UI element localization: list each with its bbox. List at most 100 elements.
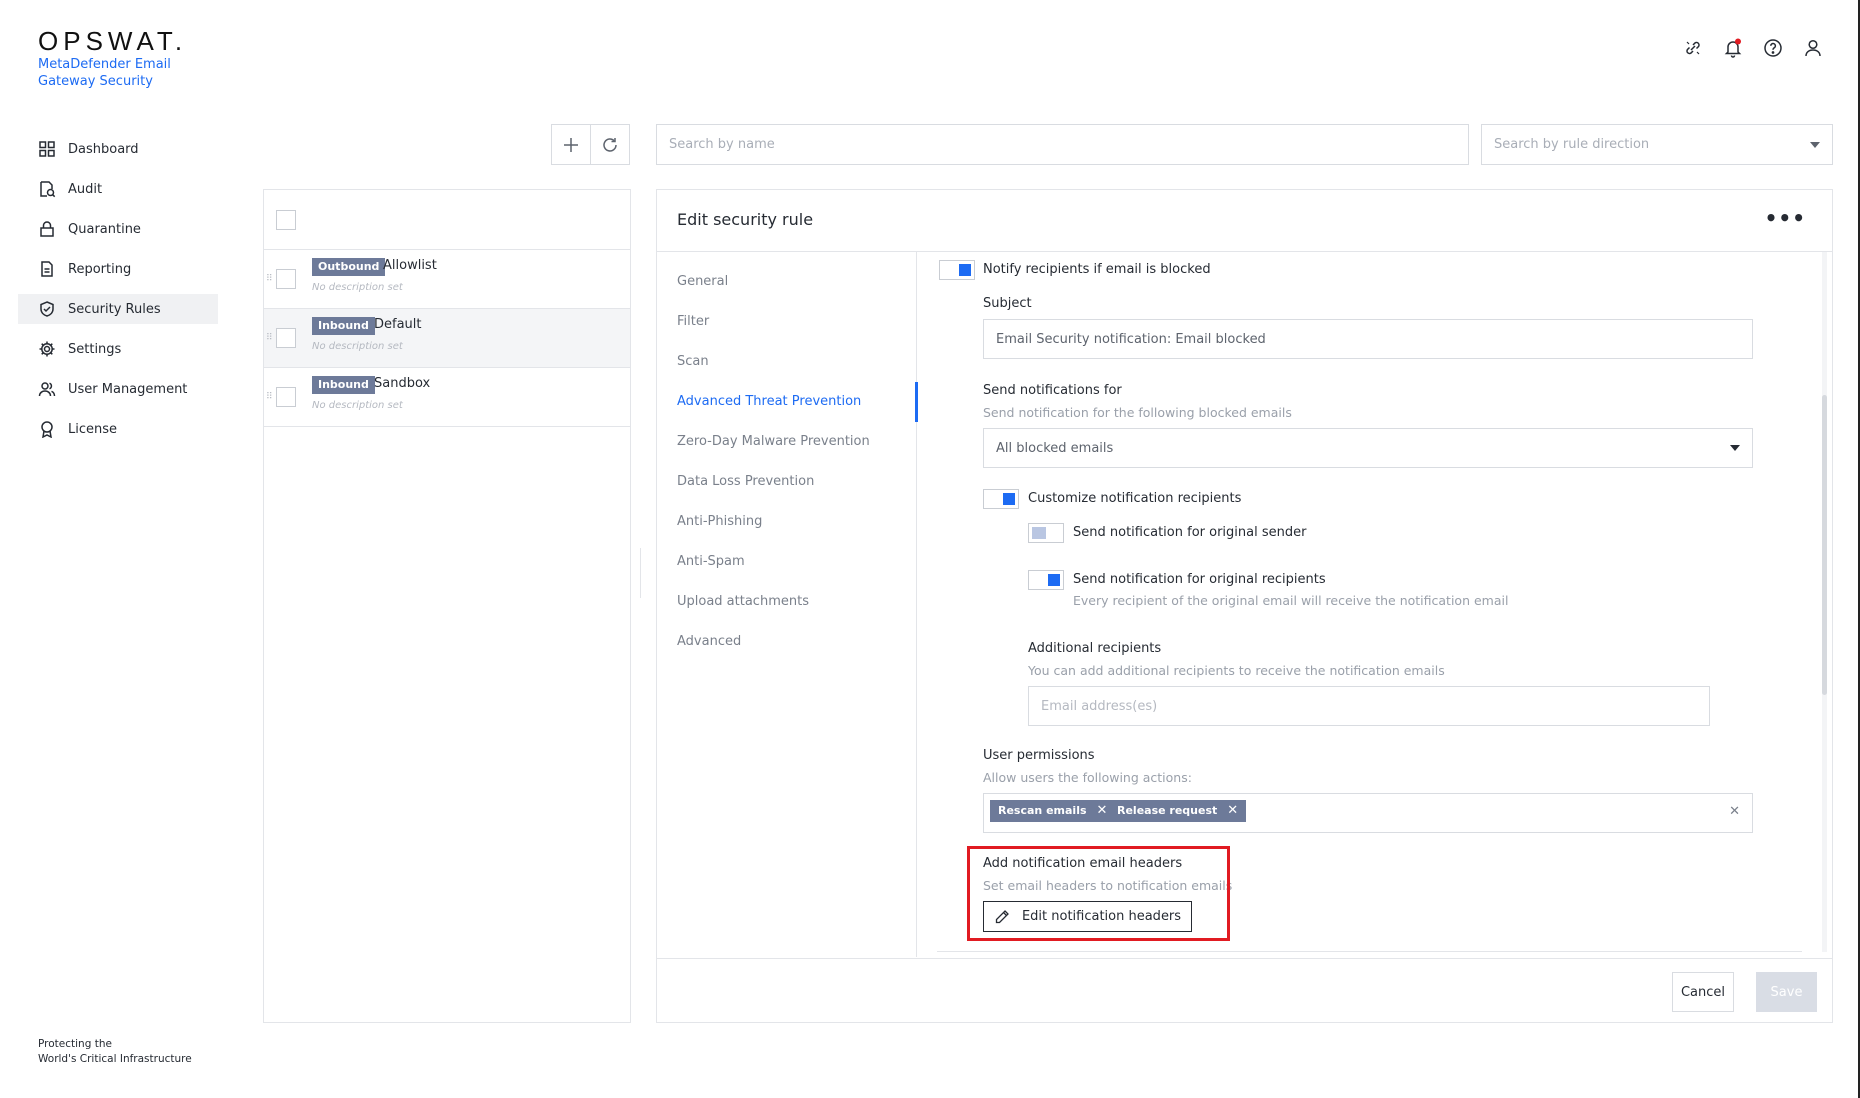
notification-headers-label: Add notification email headers <box>983 856 1183 871</box>
send-notifications-for-description: Send notification for the following bloc… <box>983 405 1292 420</box>
refresh-icon <box>603 137 617 152</box>
link-icon[interactable] <box>1681 36 1705 60</box>
notify-recipients-label: Notify recipients if email is blocked <box>983 262 1211 277</box>
drag-handle-icon[interactable]: ⠿ <box>266 333 273 343</box>
clear-all-icon[interactable]: ✕ <box>1729 804 1740 819</box>
rule-checkbox[interactable] <box>276 387 296 407</box>
page-title: Edit security rule <box>677 210 814 229</box>
select-all-checkbox[interactable] <box>276 210 296 230</box>
badge-icon <box>41 421 53 438</box>
help-icon[interactable] <box>1761 36 1785 60</box>
divider <box>937 951 1802 952</box>
rules-list-header <box>264 190 630 250</box>
active-tab-indicator <box>915 382 918 422</box>
notify-recipients-toggle[interactable] <box>939 260 975 280</box>
tab-general[interactable]: General <box>677 274 728 289</box>
footer-tagline: Protecting the World's Critical Infrastr… <box>38 1037 192 1067</box>
rule-name: Default <box>374 317 422 332</box>
sidebar-item-security-rules[interactable]: Security Rules <box>18 294 218 324</box>
tab-zero-day-malware-prevention[interactable]: Zero-Day Malware Prevention <box>677 434 870 449</box>
rule-description: No description set <box>312 341 403 352</box>
tab-scan[interactable]: Scan <box>677 354 709 369</box>
rule-direction-placeholder: Search by rule direction <box>1494 137 1650 152</box>
send-notifications-for-select[interactable]: All blocked emails <box>983 428 1753 468</box>
sidebar-item-settings[interactable]: Settings <box>18 334 218 364</box>
rule-description: No description set <box>312 400 403 411</box>
permission-chip-rescan: Rescan emails ✕ <box>990 800 1116 822</box>
tab-filter[interactable]: Filter <box>677 314 709 329</box>
original-sender-toggle[interactable] <box>1028 523 1064 543</box>
rule-direction-tag: Inbound <box>312 317 375 335</box>
toggle-knob <box>1032 527 1046 539</box>
additional-recipients-label: Additional recipients <box>1028 641 1162 656</box>
rules-list: ⠿ Outbound Allowlist No description set … <box>263 189 631 1023</box>
rule-row-sandbox[interactable]: ⠿ Inbound Sandbox No description set <box>264 368 630 427</box>
drag-handle-icon[interactable]: ⠿ <box>266 392 273 402</box>
rule-direction-select[interactable]: Search by rule direction <box>1481 124 1833 165</box>
subject-label: Subject <box>983 296 1032 311</box>
sidebar-item-quarantine[interactable]: Quarantine <box>18 214 218 244</box>
toggle-knob <box>1003 493 1015 505</box>
user-permissions-description: Allow users the following actions: <box>983 770 1192 785</box>
chevron-down-icon <box>1810 141 1820 148</box>
tab-advanced-threat-prevention[interactable]: Advanced Threat Prevention <box>677 394 861 409</box>
save-button[interactable]: Save <box>1756 972 1817 1012</box>
original-recipients-description: Every recipient of the original email wi… <box>1073 593 1509 608</box>
subject-input[interactable]: Email Security notification: Email block… <box>983 319 1753 359</box>
product-name: MetaDefender Email Gateway Security <box>38 57 171 89</box>
drag-handle-icon[interactable]: ⠿ <box>266 274 273 284</box>
sidebar-item-audit[interactable]: Audit <box>18 174 218 204</box>
audit-icon <box>40 181 56 198</box>
more-options-icon[interactable]: ••• <box>1765 206 1806 230</box>
panel-resize-handle[interactable] <box>640 548 644 598</box>
original-recipients-label: Send notification for original recipient… <box>1073 572 1326 587</box>
rule-section-menu: General Filter Scan Advanced Threat Prev… <box>657 252 918 957</box>
sidebar-item-reporting[interactable]: Reporting <box>18 254 218 284</box>
shield-check-icon <box>40 301 54 317</box>
send-notifications-for-value: All blocked emails <box>996 440 1114 456</box>
sidebar-item-user-management[interactable]: User Management <box>18 374 218 404</box>
add-rule-button[interactable] <box>551 124 591 165</box>
user-permissions-label: User permissions <box>983 748 1095 763</box>
customize-recipients-toggle[interactable] <box>983 489 1019 509</box>
edit-notification-headers-button[interactable]: Edit notification headers <box>983 901 1192 932</box>
tab-data-loss-prevention[interactable]: Data Loss Prevention <box>677 474 814 489</box>
rule-name: Allowlist <box>383 258 437 273</box>
tab-anti-phishing[interactable]: Anti-Phishing <box>677 514 762 529</box>
toggle-knob <box>1048 574 1060 586</box>
rule-checkbox[interactable] <box>276 269 296 289</box>
tab-anti-spam[interactable]: Anti-Spam <box>677 554 745 569</box>
rule-row-allowlist[interactable]: ⠿ Outbound Allowlist No description set <box>264 250 630 309</box>
user-permissions-select[interactable]: Rescan emails ✕ Release request ✕ ✕ <box>983 793 1753 833</box>
plus-icon <box>564 137 578 152</box>
chevron-down-icon <box>1730 445 1740 451</box>
additional-recipients-placeholder: Email address(es) <box>1041 698 1158 714</box>
additional-recipients-description: You can add additional recipients to rec… <box>1028 663 1445 678</box>
sidebar-item-dashboard[interactable]: Dashboard <box>18 134 218 164</box>
rule-checkbox[interactable] <box>276 328 296 348</box>
user-icon[interactable] <box>1801 36 1825 60</box>
refresh-button[interactable] <box>590 124 630 165</box>
sidebar-item-label: Settings <box>68 341 122 357</box>
pencil-icon <box>995 909 1009 923</box>
permission-chip-release: Release request ✕ <box>1109 800 1247 822</box>
users-icon <box>38 382 56 397</box>
customize-recipients-label: Customize notification recipients <box>1028 491 1242 506</box>
additional-recipients-input[interactable]: Email address(es) <box>1028 686 1710 726</box>
remove-chip-icon[interactable]: ✕ <box>1227 800 1238 822</box>
tab-upload-attachments[interactable]: Upload attachments <box>677 594 809 609</box>
sidebar-item-license[interactable]: License <box>18 414 218 444</box>
scrollbar-thumb[interactable] <box>1822 395 1827 695</box>
divider <box>657 958 1832 959</box>
lock-icon <box>40 221 54 237</box>
original-recipients-toggle[interactable] <box>1028 570 1064 590</box>
cancel-button[interactable]: Cancel <box>1672 972 1734 1012</box>
bell-icon[interactable] <box>1721 36 1745 60</box>
original-sender-label: Send notification for original sender <box>1073 525 1307 540</box>
remove-chip-icon[interactable]: ✕ <box>1097 800 1108 822</box>
rule-row-default[interactable]: ⠿ Inbound Default No description set <box>264 309 630 368</box>
search-by-name-input[interactable]: Search by name <box>656 124 1469 165</box>
tab-advanced[interactable]: Advanced <box>677 634 741 649</box>
sidebar-item-label: Audit <box>68 181 103 197</box>
sidebar-item-label: User Management <box>68 381 188 397</box>
